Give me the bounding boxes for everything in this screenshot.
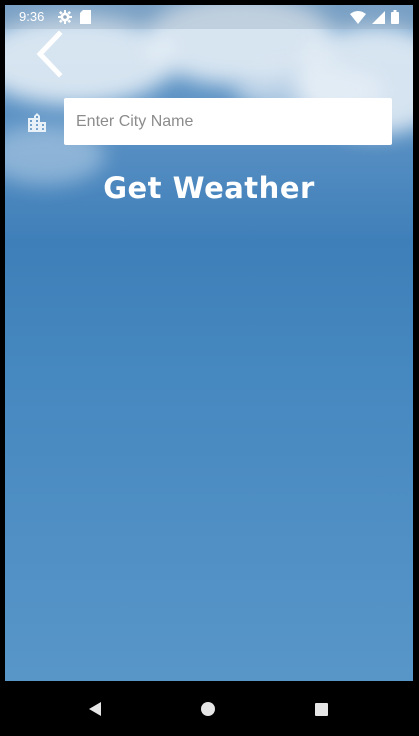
navigation-bar <box>0 681 419 736</box>
city-icon <box>28 113 46 132</box>
back-triangle-icon <box>89 702 101 716</box>
cell-signal-icon <box>372 10 385 24</box>
city-name-input[interactable] <box>64 98 392 145</box>
status-time: 9:36 <box>19 9 45 24</box>
get-weather-button[interactable]: Get Weather <box>5 171 413 205</box>
status-bar: 9:36 <box>5 5 413 29</box>
battery-icon <box>391 10 399 24</box>
nav-home-button[interactable] <box>194 695 222 723</box>
wifi-icon <box>350 10 366 24</box>
recents-square-icon <box>315 703 328 716</box>
chevron-left-icon <box>36 30 63 78</box>
nav-recents-button[interactable] <box>307 695 335 723</box>
nav-back-button[interactable] <box>81 695 109 723</box>
settings-icon <box>58 10 72 24</box>
sd-card-icon <box>80 10 91 24</box>
back-button[interactable] <box>31 29 71 79</box>
home-circle-icon <box>201 702 215 716</box>
app-screen: 9:36 Enter City Name Get Weather <box>5 5 413 681</box>
